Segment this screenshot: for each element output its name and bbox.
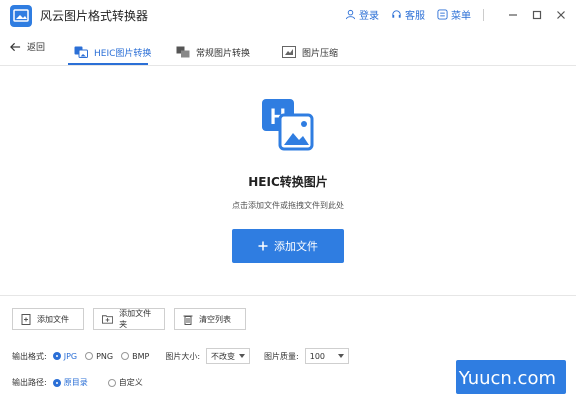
radio-label: 自定义 [118, 378, 143, 387]
add-file-small-button[interactable]: 添加文件 [12, 308, 84, 330]
format-label: 输出格式: [12, 351, 47, 361]
add-file-button[interactable]: 添加文件 [232, 229, 344, 263]
active-tab-indicator [68, 63, 148, 65]
add-folder-label: 添加文件夹 [119, 309, 152, 329]
app-logo-icon [10, 5, 32, 27]
arrow-left-icon [10, 42, 21, 51]
format-png-radio[interactable]: PNG [85, 352, 113, 361]
format-jpg-radio[interactable]: JPG [52, 351, 78, 361]
clear-list-button[interactable]: 清空列表 [174, 308, 246, 330]
format-row: 输出格式: JPG PNG BMP 图片大小: 不改变 图片质量: 100 [12, 348, 363, 364]
add-file-label: 添加文件 [274, 240, 318, 253]
caret-down-icon [239, 354, 246, 358]
back-button[interactable]: 返回 [10, 40, 45, 53]
clear-list-label: 清空列表 [199, 314, 231, 324]
radio-label: 原目录 [63, 378, 88, 387]
nav-bar: 返回 HEIC图片转换 常规图片转换 图片压缩 [0, 30, 576, 66]
menu-icon [437, 9, 448, 20]
tab-label: 常规图片转换 [196, 48, 251, 59]
app-title: 风云图片格式转换器 [40, 9, 149, 23]
radio-label: BMP [132, 351, 150, 361]
file-add-icon [21, 313, 31, 325]
path-custom-radio[interactable]: 自定义 [107, 377, 143, 388]
size-select[interactable]: 不改变 [206, 348, 251, 364]
trash-icon [183, 315, 193, 325]
radio-label: PNG [96, 351, 114, 361]
maximize-icon [532, 10, 542, 19]
menu-label: 菜单 [451, 11, 471, 22]
user-icon [345, 9, 356, 20]
tab-regular-convert[interactable]: 常规图片转换 [176, 38, 250, 66]
minimize-icon [509, 13, 517, 16]
size-value: 不改变 [211, 351, 236, 361]
headset-icon [392, 10, 401, 18]
service-label: 客服 [405, 11, 425, 22]
menu-button[interactable]: 菜单 [437, 7, 471, 22]
settings-panel: 添加文件 添加文件夹 清空列表 输出格式: JPG PNG BMP 图片大小: … [0, 295, 576, 410]
back-label: 返回 [27, 43, 46, 53]
main-title: HEIC转换图片 [248, 175, 328, 189]
drop-area[interactable]: H HEIC转换图片 点击添加文件或拖拽文件到此处 添加文件 [0, 67, 576, 295]
path-original-radio[interactable]: 原目录 [52, 377, 88, 388]
radio-label: JPG [63, 351, 78, 361]
close-button[interactable] [554, 8, 568, 22]
add-folder-button[interactable]: 添加文件夹 [93, 308, 165, 330]
maximize-button[interactable] [530, 8, 544, 22]
add-file-small-label: 添加文件 [37, 314, 69, 324]
folder-add-icon [102, 315, 114, 324]
quality-select[interactable]: 100 [304, 348, 349, 364]
quality-value: 100 [309, 351, 326, 361]
main-subtitle: 点击添加文件或拖拽文件到此处 [232, 201, 344, 210]
close-icon [557, 10, 565, 19]
heic-icon [74, 46, 88, 58]
divider [483, 8, 484, 21]
compress-icon [282, 46, 296, 58]
format-bmp-radio[interactable]: BMP [121, 352, 149, 361]
plus-icon [258, 241, 268, 251]
caret-down-icon [337, 354, 344, 358]
title-bar: 风云图片格式转换器 登录 客服 菜单 [0, 0, 576, 30]
minimize-button[interactable] [506, 8, 520, 22]
login-button[interactable]: 登录 [345, 7, 379, 22]
tab-heic-convert[interactable]: HEIC图片转换 [74, 38, 151, 66]
tab-image-compress[interactable]: 图片压缩 [282, 38, 338, 66]
size-label: 图片大小: [165, 351, 201, 361]
login-label: 登录 [359, 11, 379, 22]
heic-image-icon: H [260, 97, 316, 153]
path-row: 输出路径: 原目录 自定义 [12, 377, 151, 388]
quality-label: 图片质量: [264, 351, 299, 361]
tab-label: 图片压缩 [302, 48, 339, 59]
service-button[interactable]: 客服 [391, 7, 425, 22]
image-convert-icon [176, 46, 190, 58]
tab-label: HEIC图片转换 [94, 48, 152, 59]
path-label: 输出路径: [12, 378, 47, 387]
watermark: Yuucn.com [458, 368, 556, 389]
